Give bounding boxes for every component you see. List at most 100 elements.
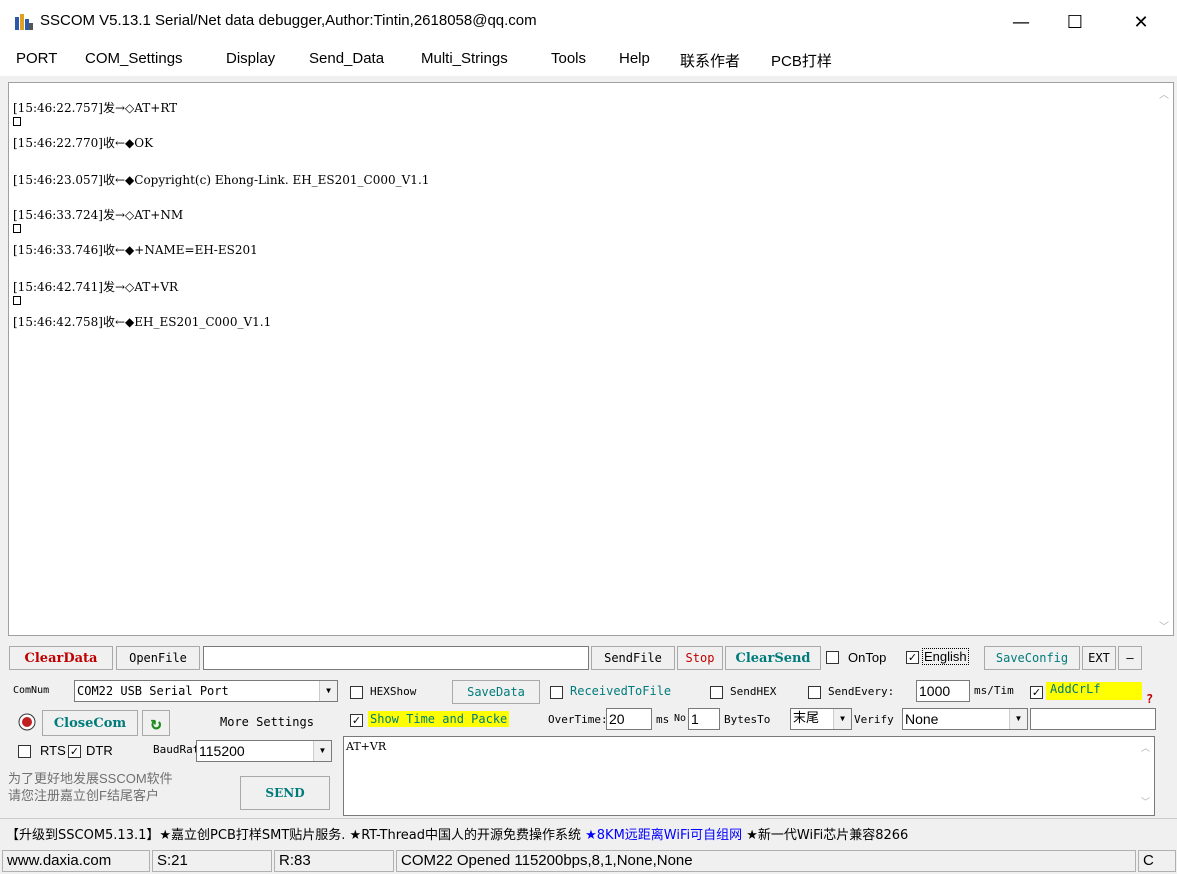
refresh-icon[interactable]: ↻ — [142, 710, 170, 736]
menu-display[interactable]: Display — [226, 50, 275, 67]
hex-show-checkbox[interactable] — [350, 686, 363, 699]
clear-send-button[interactable]: ClearSend — [725, 646, 821, 670]
com-port-select[interactable]: COM22 USB Serial Port ▼ — [74, 680, 338, 702]
no-input[interactable]: 1 — [688, 708, 720, 730]
receive-line: [15:46:42.758]收←◆EH_ES201_C000_V1.1 — [13, 315, 272, 329]
status-extra: C — [1138, 850, 1176, 872]
close-button[interactable]: ✕ — [1118, 0, 1164, 44]
baud-rate-value: 115200 — [199, 743, 245, 759]
app-icon — [14, 13, 34, 31]
cr-glyph — [13, 296, 21, 305]
overtime-label: OverTime: — [548, 713, 608, 726]
overtime-input[interactable]: 20 — [606, 708, 652, 730]
scroll-down-icon[interactable]: ﹀ — [1141, 795, 1150, 811]
title-bar: SSCOM V5.13.1 Serial/Net data debugger,A… — [0, 0, 1177, 44]
window-title: SSCOM V5.13.1 Serial/Net data debugger,A… — [40, 12, 537, 29]
more-settings-link[interactable]: More Settings — [220, 715, 314, 729]
send-file-button[interactable]: SendFile — [591, 646, 675, 670]
send-every-checkbox[interactable] — [808, 686, 821, 699]
menu-bar: PORT COM_Settings Display Send_Data Mult… — [0, 44, 1177, 76]
cr-glyph — [13, 224, 21, 233]
send-text-value: AT+VR — [346, 740, 387, 753]
receive-scrollbar[interactable]: ︿ ﹀ — [1156, 83, 1173, 635]
rts-checkbox[interactable] — [18, 745, 31, 758]
ontop-checkbox[interactable] — [826, 651, 839, 664]
file-path-input[interactable] — [203, 646, 589, 670]
minimize-button[interactable]: — — [998, 0, 1044, 44]
com-port-value: COM22 USB Serial Port — [77, 684, 229, 698]
receive-line: [15:46:33.746]收←◆+NAME=EH-ES201 — [13, 243, 258, 257]
chevron-down-icon[interactable]: ▼ — [319, 681, 337, 701]
menu-com-settings[interactable]: COM_Settings — [85, 50, 183, 67]
scroll-down-icon[interactable]: ﹀ — [1159, 618, 1169, 633]
com-num-label: ComNum — [13, 685, 50, 696]
baud-rate-label: BaudRat — [153, 743, 200, 756]
english-checkbox[interactable]: ✓ — [906, 651, 919, 664]
ticker-text: 【升级到SSCOM5.13.1】★嘉立创PCB打样SMT贴片服务. ★RT-Th… — [6, 828, 586, 843]
add-crlf-checkbox[interactable]: ✓ — [1030, 686, 1043, 699]
show-time-checkbox[interactable]: ✓ — [350, 714, 363, 727]
receive-line: [15:46:23.057]收←◆Copyright(c) Ehong-Link… — [13, 173, 430, 187]
no-label: No — [674, 713, 687, 724]
menu-send-data[interactable]: Send_Data — [309, 50, 384, 67]
menu-contact-author[interactable]: 联系作者 — [680, 50, 740, 71]
show-time-label: Show Time and Packe — [368, 711, 510, 727]
stop-button[interactable]: Stop — [677, 646, 723, 670]
receive-line: [15:46:33.724]发→◇AT+NM — [13, 208, 184, 222]
dtr-checkbox[interactable]: ✓ — [68, 745, 81, 758]
scroll-up-icon[interactable]: ︿ — [1141, 741, 1150, 757]
save-data-button[interactable]: SaveData — [452, 680, 540, 704]
send-hex-checkbox[interactable] — [710, 686, 723, 699]
send-every-label: SendEvery: — [828, 685, 895, 698]
verify-label: Verify — [854, 713, 894, 726]
port-status-text: COM22 Opened 115200bps,8,1,None,None — [396, 850, 1136, 872]
dtr-label: DTR — [86, 743, 113, 758]
close-com-button[interactable]: CloseCom — [42, 710, 138, 736]
status-bar: www.daxia.com S:21 R:83 COM22 Opened 115… — [0, 848, 1177, 874]
send-hex-label: SendHEX — [730, 685, 777, 698]
verify-select[interactable]: None ▼ — [902, 708, 1028, 730]
save-config-button[interactable]: SaveConfig — [984, 646, 1080, 670]
send-every-input[interactable]: 1000 — [916, 680, 970, 702]
menu-port[interactable]: PORT — [16, 50, 57, 67]
received-to-file-checkbox[interactable] — [550, 686, 563, 699]
receive-line: [15:46:22.757]发→◇AT+RT — [13, 101, 178, 115]
help-icon[interactable]: ? — [1146, 692, 1153, 706]
chevron-down-icon[interactable]: ▼ — [313, 741, 331, 761]
baud-rate-select[interactable]: 115200 ▼ — [196, 740, 332, 762]
chevron-down-icon[interactable]: ▼ — [1009, 709, 1027, 729]
english-label: English — [922, 648, 969, 665]
receive-line: [15:46:42.741]发→◇AT+VR — [13, 280, 179, 294]
menu-tools[interactable]: Tools — [551, 50, 586, 67]
site-link[interactable]: www.daxia.com — [2, 850, 150, 872]
send-button[interactable]: SEND — [240, 776, 330, 810]
news-ticker[interactable]: 【升级到SSCOM5.13.1】★嘉立创PCB打样SMT贴片服务. ★RT-Th… — [0, 818, 1177, 847]
ms-tim-label: ms/Tim — [974, 684, 1014, 697]
ms-label: ms — [656, 713, 670, 726]
ontop-label: OnTop — [848, 650, 887, 665]
scroll-up-icon[interactable]: ︿ — [1159, 86, 1169, 101]
chevron-down-icon[interactable]: ▼ — [833, 709, 851, 729]
open-file-button[interactable]: OpenFile — [116, 646, 200, 670]
maximize-button[interactable]: ☐ — [1052, 0, 1098, 44]
menu-pcb[interactable]: PCB打样 — [771, 50, 832, 71]
bytes-to-select[interactable]: 末尾 ▼ — [790, 708, 852, 730]
ticker-link[interactable]: ★8KM远距离WiFi可自组网 — [585, 828, 742, 843]
verify-value: None — [905, 711, 939, 727]
receive-line: [15:46:22.770]收←◆OK — [13, 136, 154, 150]
received-count: R:83 — [274, 850, 394, 872]
verify-result-field — [1030, 708, 1156, 730]
register-promo-text: 为了更好地发展SSCOM软件 请您注册嘉立创F结尾客户 — [8, 771, 173, 803]
menu-help[interactable]: Help — [619, 50, 650, 67]
cr-glyph — [13, 117, 21, 126]
bytes-to-value: 末尾 — [793, 711, 820, 726]
send-textarea[interactable]: AT+VR ︿ ﹀ — [343, 736, 1155, 816]
add-crlf-label: AddCrLf — [1046, 682, 1142, 700]
clear-data-button[interactable]: ClearData — [9, 646, 113, 670]
receive-area[interactable]: [15:46:22.757]发→◇AT+RT [15:46:22.770]收←◆… — [8, 82, 1174, 636]
sent-count: S:21 — [152, 850, 272, 872]
collapse-button[interactable]: — — [1118, 646, 1142, 670]
menu-multi-strings[interactable]: Multi_Strings — [421, 50, 508, 67]
ext-button[interactable]: EXT — [1082, 646, 1116, 670]
hex-show-label: HEXShow — [370, 685, 417, 698]
